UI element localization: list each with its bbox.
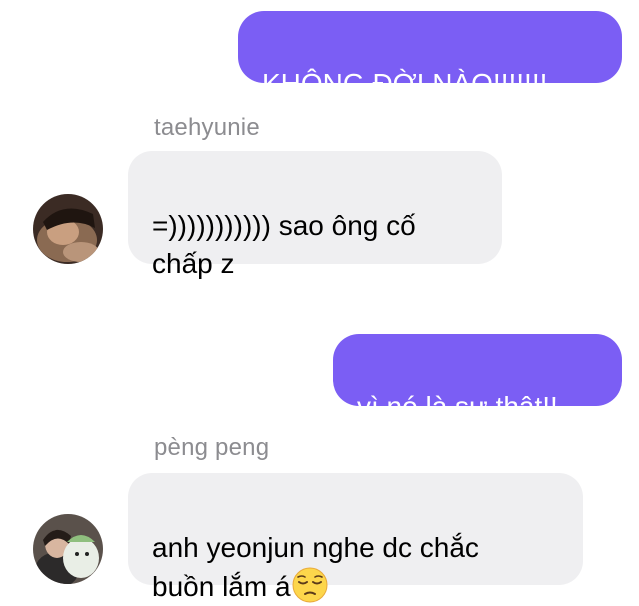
- avatar[interactable]: [33, 194, 103, 264]
- avatar[interactable]: [33, 514, 103, 584]
- outgoing-message-bubble[interactable]: KHÔNG ĐỜI NÀO!!!!!!!: [238, 11, 622, 99]
- message-text: vì nó là sự thật!!: [357, 391, 558, 422]
- sender-name: taehyunie: [154, 114, 260, 141]
- avatar-photo: [33, 194, 103, 264]
- sender-name: pèng peng: [154, 434, 270, 461]
- incoming-message-bubble[interactable]: anh yeonjun nghe dc chắc buồn lắm á: [128, 473, 583, 603]
- message-text: KHÔNG ĐỜI NÀO!!!!!!!: [262, 68, 548, 99]
- message-text: =))))))))))) sao ông cố chấp z: [152, 210, 416, 279]
- avatar-photo: [33, 514, 103, 584]
- outgoing-message-bubble[interactable]: vì nó là sự thật!!: [333, 334, 622, 422]
- incoming-message-bubble[interactable]: =))))))))))) sao ông cố chấp z: [128, 151, 502, 279]
